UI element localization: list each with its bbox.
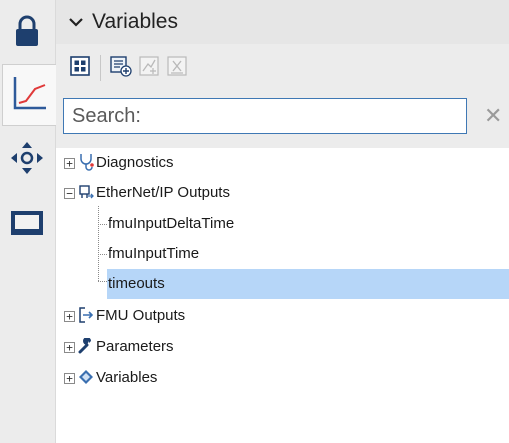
delete-variable-icon: [167, 55, 187, 81]
chart-icon: [12, 75, 48, 116]
grid-view-button[interactable]: [66, 54, 94, 82]
tree-leaf-fmuinputtime[interactable]: fmuInputTime: [56, 239, 509, 269]
tree-node-fmu-outputs[interactable]: + FMU Outputs: [56, 301, 509, 331]
tree-node-label: FMU Outputs: [96, 307, 186, 324]
chart-view-button[interactable]: [2, 64, 56, 126]
collapse-toggle[interactable]: −: [64, 188, 75, 199]
tree-node-diagnostics[interactable]: + Diagnostics: [56, 148, 509, 178]
tree-node-parameters[interactable]: + Parameters: [56, 332, 509, 362]
lock-button[interactable]: [2, 2, 52, 64]
panel-header: Variables: [56, 0, 509, 44]
add-variable-button[interactable]: [107, 54, 135, 82]
monitor-icon: [10, 210, 44, 243]
chevron-down-icon[interactable]: [68, 14, 84, 30]
tree-node-variables[interactable]: + Variables: [56, 363, 509, 393]
edit-formula-button[interactable]: [135, 54, 163, 82]
edit-formula-icon: [139, 55, 159, 81]
search-input[interactable]: [63, 98, 467, 134]
tree-leaf-label: timeouts: [108, 275, 165, 292]
grid-view-icon: [70, 55, 90, 81]
add-variable-icon: [110, 55, 132, 82]
tree-leaf-timeouts[interactable]: timeouts: [107, 269, 509, 299]
tree-connector: [98, 281, 107, 282]
expand-toggle[interactable]: +: [64, 373, 75, 384]
tree-node-label: EtherNet/IP Outputs: [96, 184, 230, 201]
diagnostics-icon: [78, 154, 94, 171]
lock-icon: [14, 14, 40, 53]
tree-node-label: Parameters: [96, 338, 174, 355]
variable-tree: + Diagnostics − EtherNet/IP Outputs fmuI…: [56, 148, 509, 443]
toolbar-separator: [100, 55, 101, 81]
clear-search-icon[interactable]: ✕: [484, 102, 508, 130]
fmu-outputs-icon: [78, 307, 94, 323]
tree-node-ethernet-ip-outputs[interactable]: − EtherNet/IP Outputs: [56, 178, 509, 208]
expand-toggle[interactable]: +: [64, 342, 75, 353]
delete-variable-button[interactable]: [163, 54, 191, 82]
expand-toggle[interactable]: +: [64, 311, 75, 322]
ethernet-ip-icon: [78, 184, 94, 200]
tree-node-label: Diagnostics: [96, 154, 174, 171]
wrench-icon: [78, 338, 94, 354]
diamond-icon: [78, 369, 94, 385]
panel-title: Variables: [92, 10, 178, 33]
tree-leaf-fmuinputdeltatime[interactable]: fmuInputDeltaTime: [56, 209, 509, 239]
expand-toggle[interactable]: +: [64, 158, 75, 169]
pan-button[interactable]: [2, 130, 52, 190]
toolbar: [56, 44, 509, 92]
tree-leaf-label: fmuInputDeltaTime: [108, 215, 235, 232]
tree-leaf-label: fmuInputTime: [108, 245, 200, 262]
search-row: ✕: [56, 92, 509, 148]
side-rail: [0, 0, 56, 443]
display-button[interactable]: [2, 196, 52, 256]
move-arrows-icon: [10, 141, 44, 180]
tree-node-label: Variables: [96, 369, 158, 386]
